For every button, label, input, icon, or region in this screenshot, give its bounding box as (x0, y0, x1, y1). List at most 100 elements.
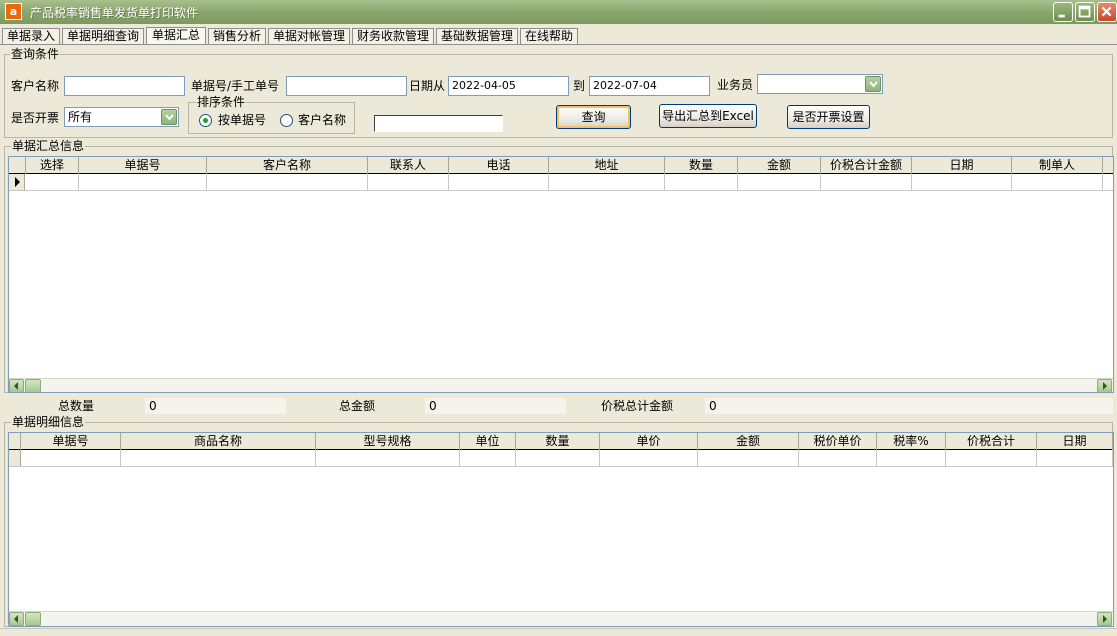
tab-finance[interactable]: 财务收款管理 (352, 28, 434, 44)
export-excel-button[interactable]: 导出汇总到Excel (659, 104, 757, 128)
invoice-settings-button[interactable]: 是否开票设置 (787, 105, 870, 129)
detail-col-tax-rate[interactable]: 税率% (877, 433, 946, 450)
salesman-label: 业务员 (717, 78, 754, 92)
table-cell[interactable] (799, 450, 877, 466)
scroll-right-button[interactable] (1097, 612, 1112, 626)
row-indicator (9, 450, 21, 466)
table-cell[interactable] (665, 174, 738, 190)
table-row[interactable] (9, 174, 1113, 191)
detail-hscrollbar[interactable] (9, 611, 1113, 626)
date-to-input[interactable]: 2022-07-04 (589, 76, 710, 96)
detail-col-tax-price[interactable]: 税价单价 (799, 433, 877, 450)
table-cell[interactable] (460, 450, 516, 466)
chevron-down-icon (165, 114, 174, 121)
salesman-dropdown-button[interactable] (865, 76, 881, 92)
salesman-select[interactable] (757, 74, 883, 94)
query-group-title: 查询条件 (10, 47, 61, 61)
summary-col-contact[interactable]: 联系人 (368, 157, 449, 174)
table-cell[interactable] (912, 174, 1012, 190)
table-cell[interactable] (21, 450, 121, 466)
detail-col-date[interactable]: 日期 (1037, 433, 1113, 450)
table-cell[interactable] (698, 450, 799, 466)
maximize-button[interactable] (1075, 2, 1095, 22)
invoice-dropdown-button[interactable] (161, 109, 177, 125)
scroll-thumb[interactable] (25, 379, 41, 392)
summary-col-creator[interactable]: 制单人 (1012, 157, 1103, 174)
table-cell[interactable] (316, 450, 460, 466)
search-button[interactable]: 查询 (556, 105, 631, 129)
customer-label: 客户名称 (11, 79, 60, 93)
summary-hscrollbar[interactable] (9, 378, 1113, 392)
scroll-left-button[interactable] (9, 379, 24, 392)
summary-col-customer[interactable]: 客户名称 (207, 157, 368, 174)
table-cell[interactable] (946, 450, 1037, 466)
invoice-label: 是否开票 (11, 111, 60, 125)
tab-help[interactable]: 在线帮助 (520, 28, 578, 44)
summary-table[interactable]: 选择 单据号 客户名称 联系人 电话 地址 数量 金额 价税合计金额 日期 制单… (8, 156, 1114, 393)
table-cell[interactable] (738, 174, 821, 190)
sort-by-docno-label[interactable]: 按单据号 (218, 113, 266, 127)
detail-col-qty[interactable]: 数量 (516, 433, 600, 450)
current-row-arrow-icon (15, 177, 20, 187)
summary-col-amount[interactable]: 金额 (738, 157, 821, 174)
detail-col-unit[interactable]: 单位 (460, 433, 516, 450)
summary-table-header: 选择 单据号 客户名称 联系人 电话 地址 数量 金额 价税合计金额 日期 制单… (9, 157, 1113, 174)
table-cell[interactable] (549, 174, 665, 190)
table-cell[interactable] (1037, 450, 1113, 466)
tab-detail-query[interactable]: 单据明细查询 (62, 28, 144, 44)
arrow-left-icon (14, 615, 18, 623)
table-cell[interactable] (1012, 174, 1103, 190)
date-from-input[interactable]: 2022-04-05 (448, 76, 569, 96)
summary-col-select[interactable]: 选择 (26, 157, 79, 174)
tab-reconciliation[interactable]: 单据对帐管理 (268, 28, 350, 44)
summary-col-tax-total[interactable]: 价税合计金额 (821, 157, 912, 174)
date-from-label: 日期从 (409, 79, 446, 93)
sort-by-customer-label[interactable]: 客户名称 (298, 113, 346, 127)
window-title: 产品税率销售单发货单打印软件 (30, 6, 199, 20)
detail-table[interactable]: 单据号 商品名称 型号规格 单位 数量 单价 金额 税价单价 税率% 价税合计 … (8, 432, 1114, 627)
sort-group-title: 排序条件 (196, 95, 247, 109)
extra-input[interactable] (374, 115, 503, 132)
detail-col-price[interactable]: 单价 (600, 433, 698, 450)
summary-col-qty[interactable]: 数量 (665, 157, 738, 174)
table-cell[interactable] (449, 174, 549, 190)
summary-col-address[interactable]: 地址 (549, 157, 665, 174)
tab-divider (0, 44, 1117, 45)
row-indicator (9, 174, 25, 190)
table-cell[interactable] (368, 174, 449, 190)
detail-col-model[interactable]: 型号规格 (316, 433, 460, 450)
sort-by-docno-radio[interactable] (199, 114, 212, 127)
invoice-select[interactable]: 所有 (64, 107, 179, 127)
detail-col-product[interactable]: 商品名称 (121, 433, 316, 450)
scroll-left-button[interactable] (9, 612, 24, 626)
summary-col-docno[interactable]: 单据号 (79, 157, 207, 174)
summary-col-phone[interactable]: 电话 (449, 157, 549, 174)
table-cell[interactable] (207, 174, 368, 190)
detail-col-amount[interactable]: 金额 (698, 433, 799, 450)
table-cell[interactable] (26, 174, 79, 190)
table-cell[interactable] (877, 450, 946, 466)
table-row[interactable] (9, 450, 1113, 467)
tab-entry[interactable]: 单据录入 (2, 28, 60, 44)
table-cell[interactable] (516, 450, 600, 466)
summary-corner (9, 157, 26, 174)
scroll-thumb[interactable] (25, 612, 41, 626)
detail-col-docno[interactable]: 单据号 (21, 433, 121, 450)
sort-by-customer-radio[interactable] (280, 114, 293, 127)
table-cell[interactable] (600, 450, 698, 466)
tab-base-data[interactable]: 基础数据管理 (436, 28, 518, 44)
tab-summary[interactable]: 单据汇总 (146, 27, 206, 45)
totals-bar: 总数量 0 总金额 0 价税总计金额 0 (0, 397, 1117, 415)
summary-col-date[interactable]: 日期 (912, 157, 1012, 174)
table-cell[interactable] (79, 174, 207, 190)
scroll-right-button[interactable] (1097, 379, 1112, 392)
docno-input[interactable] (286, 76, 407, 96)
detail-col-tax-total[interactable]: 价税合计 (946, 433, 1037, 450)
total-amount-label: 总金额 (339, 399, 376, 413)
minimize-button[interactable] (1053, 2, 1073, 22)
close-button[interactable] (1097, 2, 1117, 22)
customer-input[interactable] (64, 76, 185, 96)
table-cell[interactable] (821, 174, 912, 190)
table-cell[interactable] (121, 450, 316, 466)
tab-sales-analysis[interactable]: 销售分析 (208, 28, 266, 44)
